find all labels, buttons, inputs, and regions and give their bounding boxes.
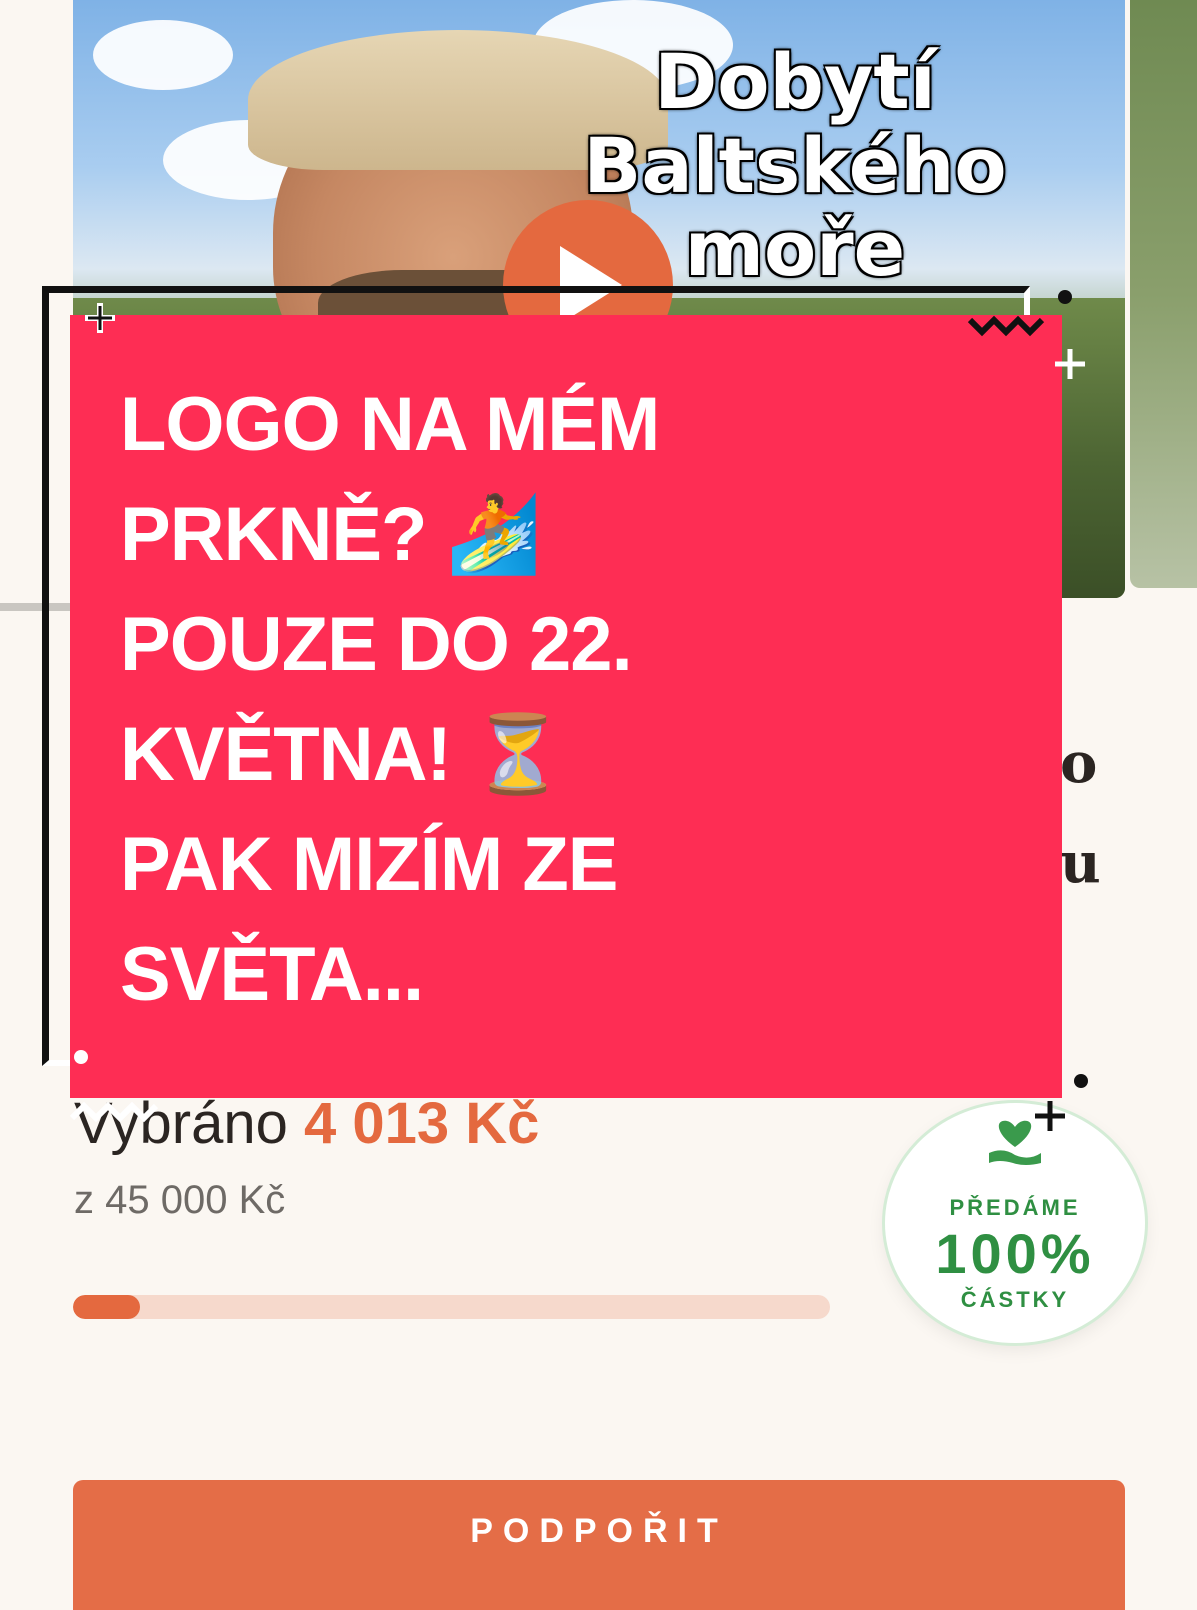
dot-icon — [1058, 290, 1072, 304]
plus-sparkle-icon — [1035, 1101, 1065, 1131]
funding-progress-fill — [73, 1295, 141, 1319]
promo-line: PAK MIZÍM ZE — [120, 822, 618, 907]
zigzag-icon — [70, 1101, 159, 1123]
next-video-thumbnail[interactable] — [1130, 0, 1197, 588]
video-title-line: Baltského — [583, 120, 1007, 210]
promo-line: SVĚTA... — [120, 932, 424, 1017]
transfer-badge: PŘEDÁME 100% ČÁSTKY — [885, 1103, 1145, 1343]
plus-sparkle-icon — [85, 303, 115, 333]
raised-value: 4 013 Kč — [304, 1091, 540, 1156]
support-button[interactable]: PODPOŘIT — [73, 1480, 1125, 1610]
promo-line: POUZE DO 22. — [120, 602, 633, 687]
promo-line: PRKNĚ? 🏄 — [120, 492, 541, 577]
plus-sparkle-icon — [1055, 349, 1085, 379]
promo-line: KVĚTNA! ⏳ — [120, 712, 566, 797]
support-button-label: PODPOŘIT — [470, 1511, 728, 1550]
badge-line: PŘEDÁME — [949, 1195, 1081, 1220]
badge-percent: 100% — [935, 1222, 1095, 1285]
zigzag-icon — [968, 315, 1045, 337]
video-title-line: Dobytí — [654, 37, 936, 126]
dot-icon — [1074, 1074, 1088, 1088]
funding-progress-bar — [73, 1295, 830, 1319]
dot-icon — [74, 1050, 88, 1064]
cloud — [93, 20, 233, 90]
promo-line: LOGO NA MÉM — [120, 382, 660, 467]
peek-text: u — [1060, 830, 1101, 896]
badge-line: ČÁSTKY — [960, 1287, 1070, 1312]
goal-amount: z 45 000 Kč — [74, 1178, 286, 1222]
promo-text: LOGO NA MÉM PRKNĚ? 🏄 POUZE DO 22. KVĚTNA… — [120, 370, 1000, 1030]
peek-text: o — [1060, 730, 1098, 796]
